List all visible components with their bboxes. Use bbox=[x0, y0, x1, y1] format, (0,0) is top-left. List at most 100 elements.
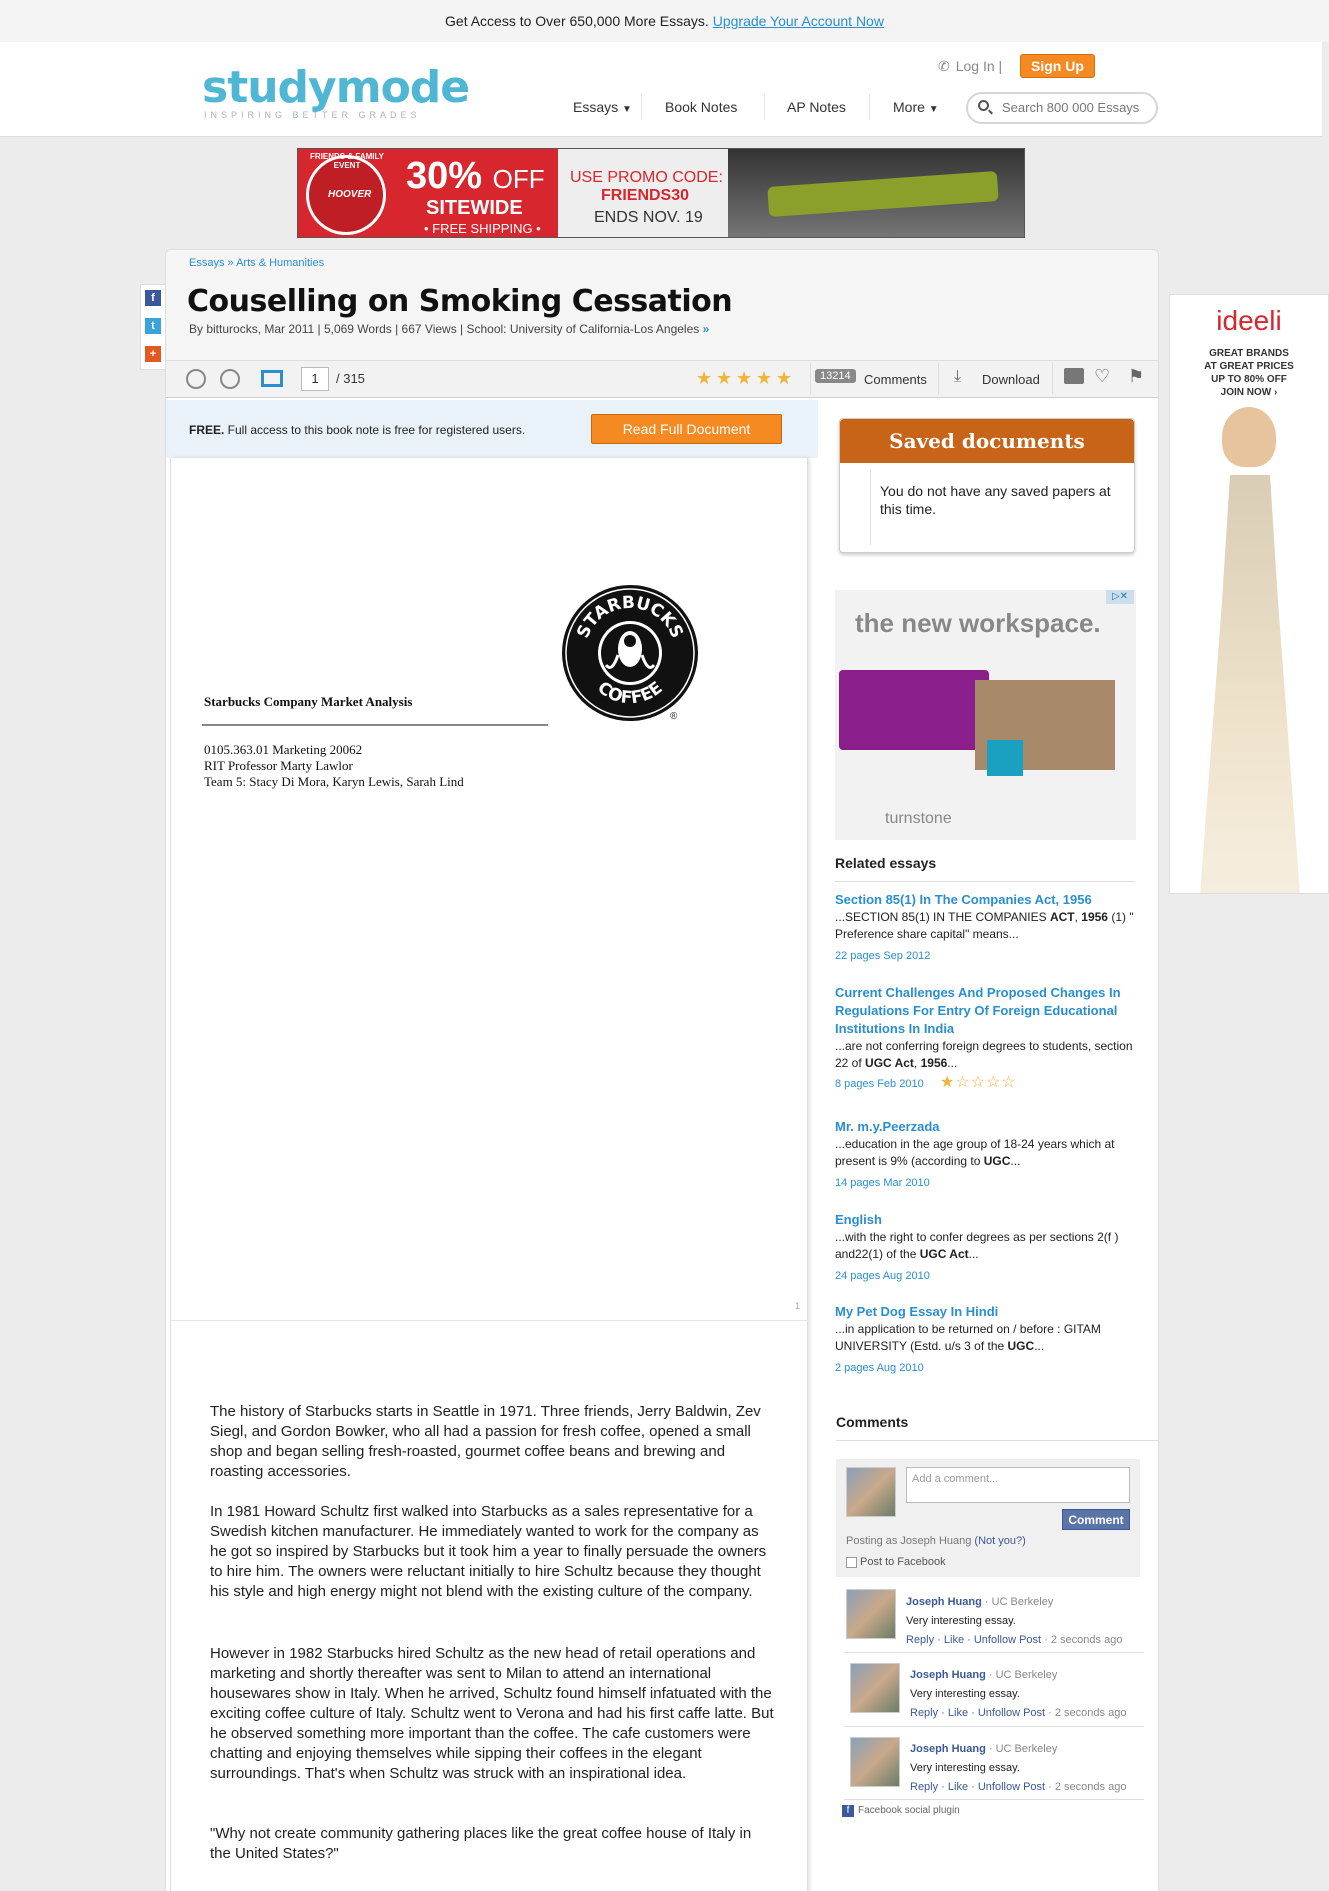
comment-divider bbox=[844, 1726, 1144, 1727]
comment-input[interactable]: Add a comment... bbox=[906, 1467, 1130, 1503]
print-icon[interactable] bbox=[1064, 368, 1084, 384]
more-arrow-icon[interactable]: » bbox=[703, 322, 710, 336]
related-rating: ★☆☆☆☆ bbox=[940, 1074, 1017, 1091]
read-full-document-button[interactable]: Read Full Document bbox=[591, 414, 782, 444]
ad-choices-icon[interactable]: ▷✕ bbox=[1106, 590, 1134, 604]
ideeli-line: GREAT BRANDS bbox=[1209, 348, 1289, 359]
upgrade-link[interactable]: Upgrade Your Account Now bbox=[713, 13, 884, 29]
comment-actions[interactable]: Reply · Like · Unfollow Post bbox=[906, 1634, 1041, 1646]
ideeli-join-link[interactable]: JOIN NOW › bbox=[1170, 386, 1328, 399]
page-total: / 315 bbox=[336, 371, 365, 386]
document-paragraph: In 1981 Howard Schultz first walked into… bbox=[210, 1503, 767, 1600]
saved-divider bbox=[870, 470, 871, 545]
comment-divider bbox=[844, 1652, 1144, 1653]
comment-author[interactable]: Joseph Huang bbox=[906, 1596, 982, 1608]
essay-meta: By bitturocks, Mar 2011 | 5,069 Words | … bbox=[189, 322, 709, 336]
post-to-facebook[interactable]: Post to Facebook bbox=[846, 1556, 946, 1568]
document-paragraph: "Why not create community gathering plac… bbox=[210, 1825, 752, 1862]
nav-divider bbox=[641, 94, 642, 120]
nav-ap-notes[interactable]: AP Notes bbox=[787, 97, 846, 117]
shipping-text: • FREE SHIPPING • bbox=[424, 221, 541, 236]
rating-star-icon[interactable]: ★ bbox=[736, 368, 752, 389]
promo-bar: Get Access to Over 650,000 More Essays. … bbox=[0, 0, 1329, 42]
download-button[interactable]: Download bbox=[982, 372, 1040, 387]
fullscreen-icon[interactable] bbox=[261, 370, 283, 387]
page-number-input[interactable]: 1 bbox=[301, 367, 329, 391]
flag-icon[interactable]: ⚑ bbox=[1128, 366, 1144, 387]
twitter-icon[interactable]: t bbox=[145, 318, 161, 334]
page-title: Couselling on Smoking Cessation bbox=[187, 284, 733, 319]
related-essay-title[interactable]: Mr. m.y.Peerzada bbox=[835, 1118, 1135, 1136]
comment-button[interactable]: Comment bbox=[1062, 1509, 1130, 1530]
comment-author[interactable]: Joseph Huang bbox=[910, 1669, 986, 1681]
nav-essays[interactable]: Essays ▼ bbox=[573, 97, 632, 120]
comment-time: · 2 seconds ago bbox=[1041, 1634, 1123, 1646]
nav-book-notes[interactable]: Book Notes bbox=[665, 97, 737, 117]
essay-meta-text: By bitturocks, Mar 2011 | 5,069 Words | … bbox=[189, 322, 700, 336]
related-essay-meta: 24 pages Aug 2010 bbox=[835, 1270, 930, 1282]
comment-item: Joseph Huang · UC Berkeley Very interest… bbox=[910, 1664, 1126, 1723]
heart-icon[interactable]: ♡ bbox=[1094, 366, 1110, 387]
posting-as-text: Posting as Joseph Huang bbox=[846, 1535, 975, 1547]
comment-count-badge: 13214 bbox=[815, 369, 856, 383]
breadcrumb[interactable]: Essays » Arts & Humanities bbox=[189, 257, 324, 269]
signup-button[interactable]: Sign Up bbox=[1020, 54, 1095, 78]
related-essay-title[interactable]: Section 85(1) In The Companies Act, 1956 bbox=[835, 891, 1135, 909]
related-essay-title[interactable]: My Pet Dog Essay In Hindi bbox=[835, 1303, 1135, 1321]
page-number: 1 bbox=[795, 1301, 801, 1311]
search-input[interactable]: Search 800 000 Essays bbox=[966, 92, 1158, 124]
post-to-facebook-checkbox[interactable] bbox=[846, 1556, 857, 1568]
related-essay-snippet: ...education in the age group of 18-24 y… bbox=[835, 1137, 1115, 1168]
related-essay-title[interactable]: English bbox=[835, 1211, 1135, 1229]
comment-text: Very interesting essay. bbox=[910, 1688, 1020, 1700]
search-icon bbox=[978, 100, 989, 111]
comment-school: · UC Berkeley bbox=[985, 1743, 1058, 1755]
nav-more[interactable]: More ▼ bbox=[893, 97, 939, 120]
studymode-logo[interactable]: studymode bbox=[202, 62, 470, 113]
free-description: Full access to this book note is free fo… bbox=[224, 423, 526, 437]
facebook-icon[interactable]: f bbox=[145, 290, 161, 306]
comment-actions[interactable]: Reply · Like · Unfollow Post bbox=[910, 1707, 1045, 1719]
model-head bbox=[1222, 407, 1276, 467]
ideeli-line: UP TO 80% OFF bbox=[1211, 374, 1287, 385]
avatar[interactable] bbox=[850, 1737, 900, 1787]
download-icon[interactable]: ⤓ bbox=[954, 368, 961, 386]
related-essay-meta: 2 pages Aug 2010 bbox=[835, 1362, 924, 1374]
ad-headline: the new workspace. bbox=[855, 608, 1101, 638]
comment-time: · 2 seconds ago bbox=[1045, 1781, 1127, 1793]
comments-button[interactable]: Comments bbox=[864, 372, 927, 387]
nav-divider bbox=[764, 94, 765, 120]
comment-school: · UC Berkeley bbox=[981, 1596, 1054, 1608]
zoom-out-icon[interactable] bbox=[220, 369, 240, 389]
related-essay-snippet: ...with the right to confer degrees as p… bbox=[835, 1230, 1119, 1261]
comment-actions[interactable]: Reply · Like · Unfollow Post bbox=[910, 1781, 1045, 1793]
logo-registered-mark: ® bbox=[670, 711, 678, 722]
turnstone-ad[interactable]: ▷✕ the new workspace. turnstone bbox=[835, 590, 1136, 840]
avatar[interactable] bbox=[850, 1663, 900, 1713]
avatar[interactable] bbox=[846, 1589, 896, 1639]
comment-time: · 2 seconds ago bbox=[1045, 1707, 1127, 1719]
toolbar-divider bbox=[1052, 362, 1053, 394]
facebook-social-plugin[interactable]: f Facebook social plugin bbox=[842, 1805, 960, 1817]
ideeli-copy: GREAT BRANDS AT GREAT PRICES UP TO 80% O… bbox=[1170, 347, 1328, 399]
rating-star-icon[interactable]: ★ bbox=[756, 368, 772, 389]
related-essay-title[interactable]: Current Challenges And Proposed Changes … bbox=[835, 984, 1135, 1038]
login-link[interactable]: ✆ Log In | bbox=[938, 56, 1002, 76]
bin-image bbox=[987, 740, 1023, 776]
rating-star-icon[interactable]: ★ bbox=[716, 368, 732, 389]
off-text: OFF bbox=[492, 164, 545, 194]
related-essays-heading: Related essays bbox=[835, 855, 937, 871]
nav-divider bbox=[869, 94, 870, 120]
related-essay-meta: 22 pages Sep 2012 bbox=[835, 950, 931, 962]
comment-author[interactable]: Joseph Huang bbox=[910, 1743, 986, 1755]
rating-star-icon[interactable]: ★ bbox=[696, 368, 712, 389]
promo-code: FRIENDS30 bbox=[601, 187, 690, 204]
not-you-link[interactable]: (Not you?) bbox=[974, 1535, 1025, 1547]
post-to-facebook-label: Post to Facebook bbox=[860, 1556, 946, 1568]
ideeli-ad[interactable]: ideeli GREAT BRANDS AT GREAT PRICES UP T… bbox=[1169, 294, 1329, 894]
hoover-ad-banner[interactable]: FRIENDS & FAMILY EVENT HOOVER 30% OFF SI… bbox=[297, 148, 1025, 238]
zoom-in-icon[interactable] bbox=[186, 369, 206, 389]
rating-star-icon[interactable]: ★ bbox=[776, 368, 792, 389]
google-plus-icon[interactable]: + bbox=[145, 346, 161, 362]
logo-tagline: INSPIRING BETTER GRADES bbox=[204, 110, 421, 120]
